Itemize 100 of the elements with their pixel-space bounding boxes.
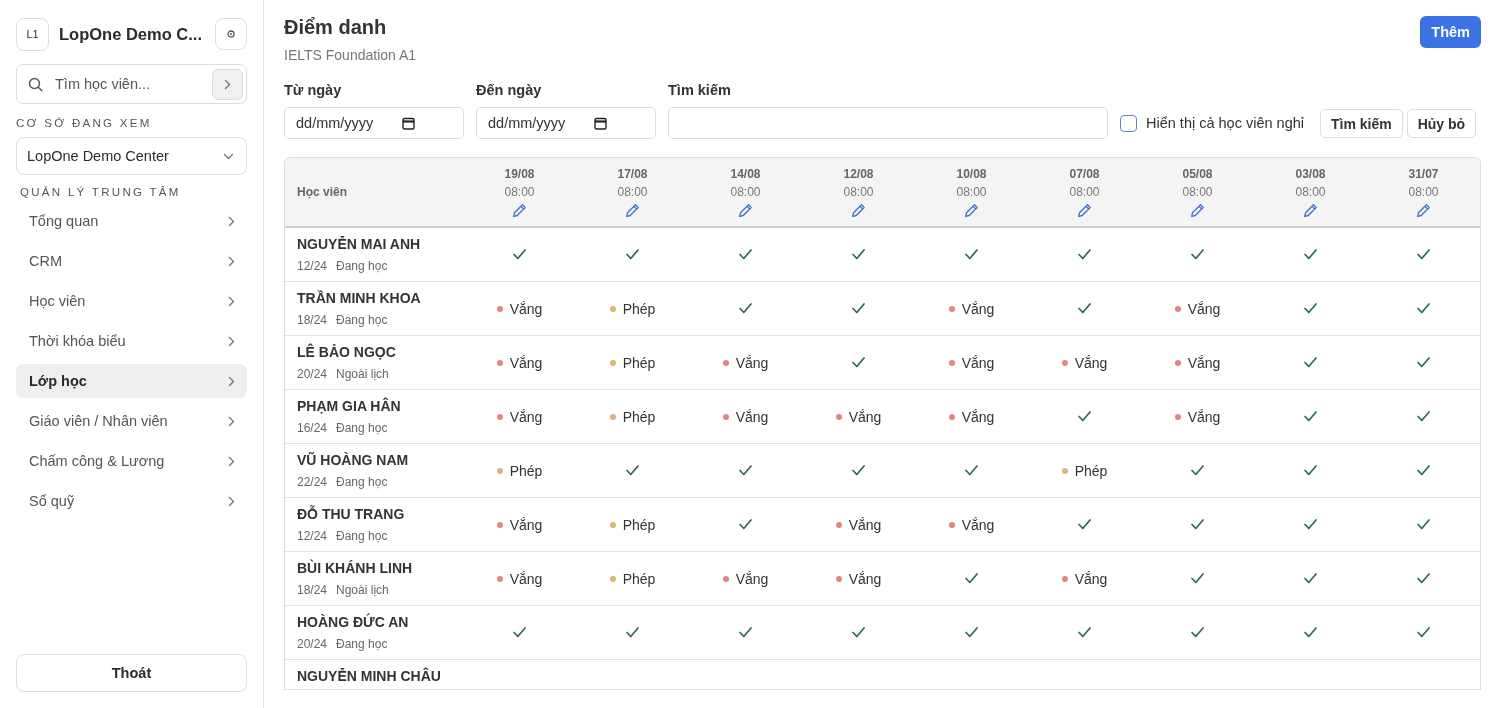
- session-date: 10/08: [956, 166, 987, 181]
- attendance-status: Vắng: [1074, 570, 1108, 587]
- search-button[interactable]: Tìm kiếm: [1320, 109, 1403, 138]
- edit-button[interactable]: [851, 202, 866, 218]
- edit-button[interactable]: [738, 202, 753, 218]
- pencil-icon: [1077, 202, 1092, 218]
- attendance-status: Phép: [622, 516, 656, 533]
- nav-item[interactable]: Lớp học: [16, 364, 247, 398]
- session-date: 14/08: [730, 166, 761, 181]
- session-time: 08:00: [504, 184, 535, 199]
- nav-item[interactable]: Giáo viên / Nhân viên: [16, 404, 247, 438]
- nav-item[interactable]: Tổng quan: [16, 204, 247, 238]
- attendance-count: 18/24: [297, 313, 328, 327]
- chevron-right-icon: [228, 295, 235, 307]
- checkmark-icon: [1078, 249, 1091, 260]
- checkmark-icon: [852, 249, 865, 260]
- chevron-right-icon: [228, 495, 235, 507]
- branch-select[interactable]: LopOne Demo Center: [16, 137, 247, 175]
- checkmark-icon: [965, 465, 978, 476]
- student-status: Đang học: [336, 529, 388, 543]
- settings-button[interactable]: [215, 18, 247, 50]
- checkmark-icon: [1304, 573, 1317, 584]
- search-input[interactable]: Tìm học viên...: [53, 75, 202, 93]
- page-title: Điểm danh: [284, 16, 388, 39]
- pencil-icon: [1190, 202, 1205, 218]
- checkmark-icon: [1417, 249, 1430, 260]
- checkbox[interactable]: [1120, 114, 1137, 132]
- checkmark-icon: [626, 627, 639, 638]
- settings-icon: [226, 29, 236, 39]
- checkmark-icon: [1078, 519, 1091, 530]
- checkbox-label: Hiển thị cả học viên nghỉ: [1146, 115, 1304, 131]
- attendance-status: Vắng: [735, 408, 769, 425]
- attendance-count: 12/24: [297, 259, 328, 273]
- student-name: BÙI KHÁNH LINH: [297, 560, 414, 576]
- session-time: 08:00: [1295, 184, 1326, 199]
- checkmark-icon: [1191, 627, 1204, 638]
- student-name: VŨ HOÀNG NAM: [297, 452, 410, 468]
- edit-button[interactable]: [512, 202, 527, 218]
- student-name: TRẦN MINH KHOA: [297, 290, 422, 306]
- edit-button[interactable]: [964, 202, 979, 218]
- session-date: 07/08: [1069, 166, 1100, 181]
- date-placeholder: dd/mm/yyyy: [296, 115, 374, 131]
- checkmark-icon: [1078, 303, 1091, 314]
- checkmark-icon: [965, 249, 978, 260]
- nav-item[interactable]: Chấm công & Lương: [16, 444, 247, 478]
- nav-label: Học viên: [29, 293, 86, 309]
- date-field[interactable]: dd/mm/yyyy: [284, 107, 464, 139]
- checkmark-icon: [1191, 573, 1204, 584]
- session-time: 08:00: [730, 184, 761, 199]
- search-icon: [28, 76, 43, 92]
- attendance-status: Vắng: [509, 300, 543, 317]
- checkmark-icon: [1417, 519, 1430, 530]
- attendance-status: Vắng: [1187, 354, 1221, 371]
- checkmark-icon: [1304, 519, 1317, 530]
- checkmark-icon: [1078, 411, 1091, 422]
- chevron-right-icon: [228, 215, 235, 227]
- nav-item[interactable]: CRM: [16, 244, 247, 278]
- nav-item[interactable]: Học viên: [16, 284, 247, 318]
- student-status: Đang học: [336, 421, 388, 435]
- logout-button[interactable]: Thoát: [16, 654, 247, 692]
- checkmark-icon: [1191, 519, 1204, 530]
- add-button[interactable]: Thêm: [1420, 16, 1481, 48]
- chevron-right-icon: [228, 455, 235, 467]
- student-name: NGUYỄN MAI ANH: [297, 236, 422, 252]
- calendar-icon: [594, 116, 607, 130]
- chevron-right-icon: [228, 335, 235, 347]
- attendance-status: Vắng: [961, 354, 995, 371]
- checkmark-icon: [513, 249, 526, 260]
- student-name: ĐỖ THU TRANG: [297, 506, 406, 522]
- brand-name: LopOne Demo C...: [59, 24, 203, 44]
- attendance-status: Phép: [622, 408, 656, 425]
- student-name: PHẠM GIA HÂN: [297, 398, 402, 414]
- attendance-count: 20/24: [297, 637, 328, 651]
- edit-button[interactable]: [1303, 202, 1318, 218]
- attendance-status: Vắng: [509, 354, 543, 371]
- attendance-count: 12/24: [297, 529, 328, 543]
- checkmark-icon: [1304, 303, 1317, 314]
- student-status: Đang học: [336, 259, 388, 273]
- search-input[interactable]: [668, 107, 1108, 139]
- cancel-button[interactable]: Hủy bỏ: [1406, 109, 1477, 138]
- checkmark-icon: [1417, 303, 1430, 314]
- nav-label: CRM: [29, 253, 63, 269]
- chevron-right-icon: [228, 415, 235, 427]
- checkmark-icon: [965, 627, 978, 638]
- edit-button[interactable]: [1190, 202, 1205, 218]
- checkmark-icon: [1417, 465, 1430, 476]
- search-bar[interactable]: Tìm học viên...: [16, 64, 247, 104]
- student-status: Đang học: [336, 313, 388, 327]
- checkmark-icon: [626, 465, 639, 476]
- nav-item[interactable]: Sổ quỹ: [16, 484, 247, 518]
- nav-item[interactable]: Thời khóa biểu: [16, 324, 247, 358]
- date-field[interactable]: dd/mm/yyyy: [476, 107, 656, 139]
- attendance-status: Vắng: [961, 516, 995, 533]
- checkmark-icon: [852, 357, 865, 368]
- edit-button[interactable]: [1077, 202, 1092, 218]
- checkmark-icon: [1191, 465, 1204, 476]
- edit-button[interactable]: [1416, 202, 1431, 218]
- field-label: Đến ngày: [476, 82, 543, 98]
- edit-button[interactable]: [625, 202, 640, 218]
- session-time: 08:00: [1182, 184, 1213, 199]
